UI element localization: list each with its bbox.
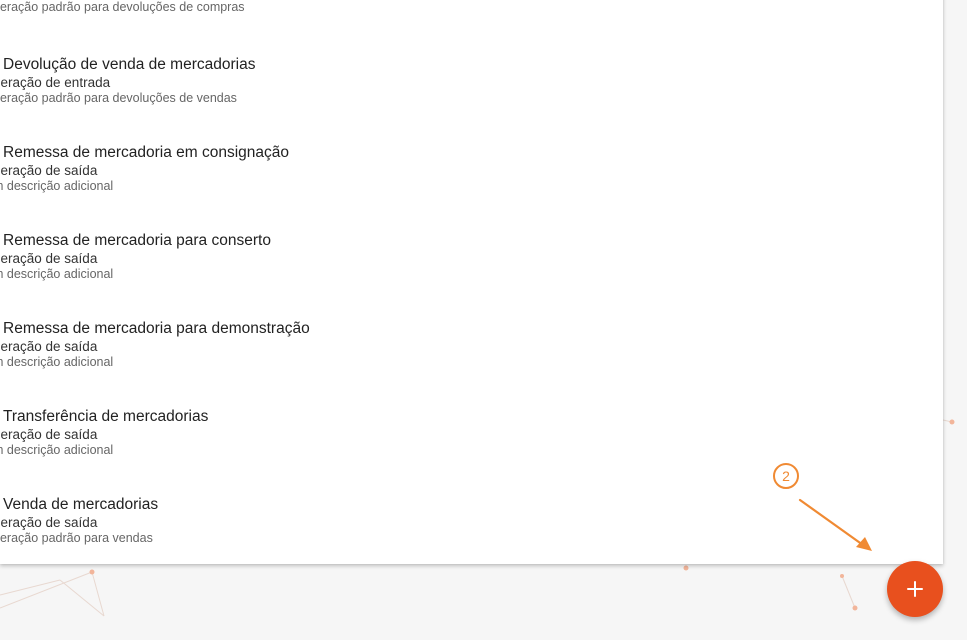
plus-icon — [907, 581, 923, 597]
operation-type: peração de saída — [0, 163, 98, 178]
operation-list-item[interactable]: Devolução de venda de mercadorias peraçã… — [0, 56, 930, 136]
operation-list-item[interactable]: Remessa de mercadoria em consignação per… — [0, 144, 930, 224]
operation-type: peração de saída — [0, 251, 98, 266]
step-number-annotation: 2 — [773, 463, 799, 489]
operation-title: Remessa de mercadoria para conserto — [3, 232, 271, 249]
operation-description: m descrição adicional — [0, 267, 114, 281]
operation-description: m descrição adicional — [0, 355, 114, 369]
add-operation-button[interactable] — [887, 561, 943, 617]
operation-title: Devolução de venda de mercadorias — [3, 56, 256, 73]
operation-list-item[interactable]: Remessa de mercadoria para demonstração … — [0, 320, 930, 400]
operation-title: Venda de mercadorias — [3, 496, 159, 513]
annotation-arrow-icon — [798, 498, 872, 551]
operation-description: m descrição adicional — [0, 443, 114, 457]
operation-list-item[interactable]: Remessa de mercadoria para conserto pera… — [0, 232, 930, 312]
operation-description: m descrição adicional — [0, 179, 114, 193]
operation-type: peração de saída — [0, 427, 98, 442]
operation-type: peração de saída — [0, 339, 98, 354]
operation-description: peração padrão para devoluções de compra… — [0, 0, 245, 14]
operation-type: peração de saída — [0, 515, 98, 530]
operation-title: Transferência de mercadorias — [3, 408, 209, 425]
operations-list-panel: peração padrão para devoluções de compra… — [0, 0, 943, 564]
operation-description: peração padrão para vendas — [0, 531, 153, 545]
operation-title: Remessa de mercadoria para demonstração — [3, 320, 310, 337]
operation-title: Remessa de mercadoria em consignação — [3, 144, 290, 161]
operation-type: peração de entrada — [0, 75, 111, 90]
operation-description: peração padrão para devoluções de vendas — [0, 91, 237, 105]
